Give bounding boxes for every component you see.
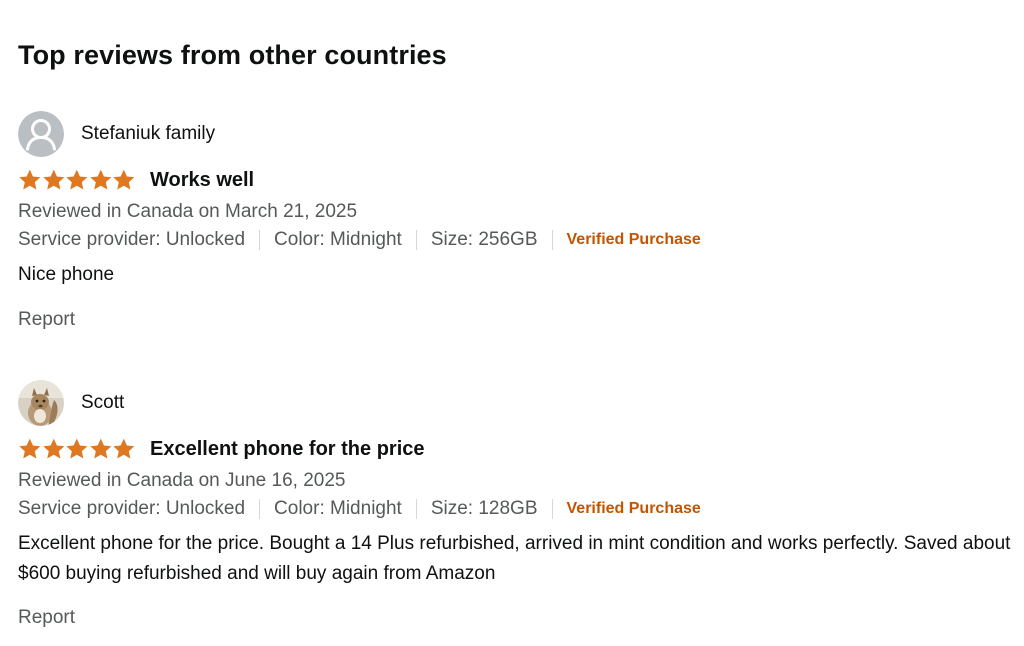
review-body: Excellent phone for the price. Bought a … [18,533,1011,584]
reviewer-profile[interactable]: Scott [18,380,1018,426]
star-icon [113,438,135,459]
color-attribute: Color: Midnight [274,498,402,519]
review-title[interactable]: Excellent phone for the price [150,438,425,461]
star-icon [90,438,112,459]
product-attributes: Service provider: Unlocked Color: Midnig… [18,494,1018,524]
star-icon [42,169,64,190]
attribute-divider [259,230,261,250]
attribute-divider [415,230,417,250]
default-user-avatar-icon [18,111,64,157]
attribute-divider [551,230,553,250]
review-card: Stefaniuk family Works well Reviewed in … [18,111,1018,331]
attribute-divider [415,499,417,519]
service-provider-attribute: Service provider: Unlocked [18,498,246,519]
star-icon [66,438,88,459]
star-icon [66,169,88,190]
service-provider-attribute: Service provider: Unlocked [18,229,246,250]
star-icon [19,438,41,459]
verified-purchase-badge: Verified Purchase [566,500,701,517]
attribute-divider [551,499,553,519]
reviewer-name: Scott [81,392,125,413]
attribute-divider [259,499,261,519]
color-attribute: Color: Midnight [274,229,402,250]
star-icon [113,169,135,190]
review-title[interactable]: Works well [150,169,254,192]
star-icon [19,169,41,190]
section-title: Top reviews from other countries [18,40,447,70]
squirrel-photo-avatar-icon [18,380,64,426]
star-rating[interactable] [18,168,136,192]
review-body: Nice phone [18,264,115,285]
reviews-page: Top reviews from other countries Stefani… [0,0,1024,646]
reviewer-name: Stefaniuk family [81,123,216,144]
reviewer-profile[interactable]: Stefaniuk family [18,111,1018,157]
star-icon [42,438,64,459]
star-rating[interactable] [18,437,136,461]
review-date: Reviewed in Canada on March 21, 2025 [18,201,358,222]
size-attribute: Size: 256GB [430,229,538,250]
rating-row: Excellent phone for the price [18,436,1018,462]
review-card: Scott Excellent phone for the price Revi… [18,380,1018,629]
report-link[interactable]: Report [18,309,75,331]
size-attribute: Size: 128GB [430,498,538,519]
verified-purchase-badge: Verified Purchase [566,231,701,248]
report-link[interactable]: Report [18,607,75,629]
rating-row: Works well [18,167,1018,193]
product-attributes: Service provider: Unlocked Color: Midnig… [18,225,1018,255]
review-date: Reviewed in Canada on June 16, 2025 [18,470,346,491]
star-icon [90,169,112,190]
